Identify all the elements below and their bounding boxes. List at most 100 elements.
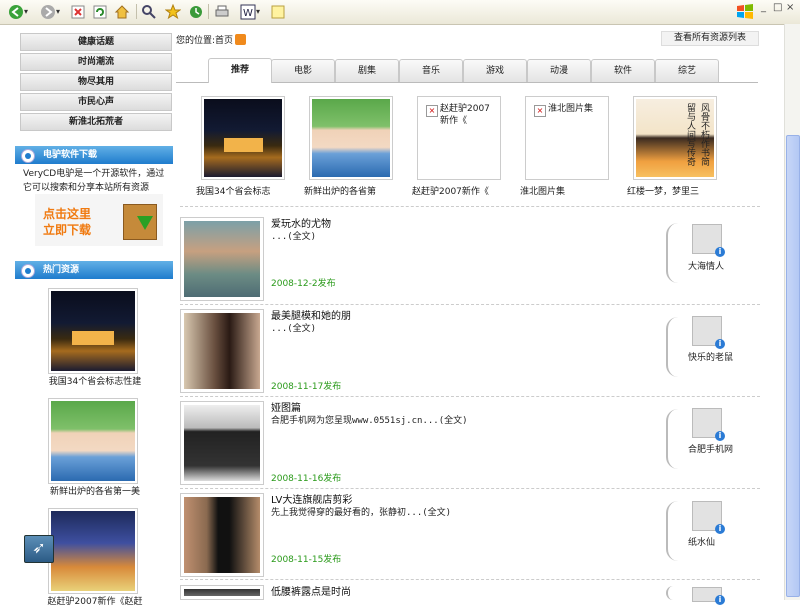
sidebar-item-fashion[interactable]: 时尚潮流 [20, 53, 172, 71]
download-arrow-icon [137, 216, 153, 230]
divider [180, 304, 760, 305]
poster-image: 风骨不朽作书简 留与人间写传奇 [636, 99, 714, 177]
user-name[interactable]: 合肥手机网 [688, 445, 736, 456]
history-icon[interactable] [188, 3, 204, 20]
hot-item-thumbnail[interactable] [48, 288, 138, 374]
hot-panel-header: 热门资源 [15, 261, 173, 279]
featured-thumbnail[interactable]: × 赵赶驴2007新作《 [417, 96, 501, 180]
featured-thumbnail[interactable] [201, 96, 285, 180]
broken-image-icon: × [534, 105, 546, 117]
breadcrumb: 您的位置:首页 [176, 33, 247, 46]
post-excerpt[interactable]: ...(全文) [271, 229, 316, 242]
hot-item-thumbnail[interactable] [48, 508, 138, 594]
featured-thumbnail[interactable]: × 淮北图片集 [525, 96, 609, 180]
user-brace [666, 586, 682, 600]
note-icon[interactable] [270, 3, 286, 20]
search-icon[interactable] [141, 3, 157, 20]
poster-image [51, 511, 135, 591]
hot-item-caption[interactable]: 赵赶驴2007新作《赵赶 [15, 594, 175, 607]
hot-item-caption[interactable]: 我国34个省会标志性建 [15, 374, 175, 387]
back-icon[interactable]: ▾ [4, 3, 32, 20]
tab-music[interactable]: 音乐 [399, 59, 463, 82]
post-thumbnail[interactable] [180, 401, 264, 485]
post-date: 2008-12-2发布 [271, 279, 336, 289]
floating-action-icon[interactable]: ➶ [24, 535, 54, 563]
download-panel-title: 电驴软件下载 [43, 150, 98, 160]
user-avatar-icon[interactable] [692, 224, 725, 257]
banner-line-2: 立即下载 [43, 223, 92, 237]
sidebar: 健康话题 时尚潮流 物尽其用 市民心声 新淮北拓荒者 电驴软件下载 VeryCD… [15, 24, 175, 607]
tab-variety[interactable]: 综艺 [655, 59, 719, 82]
divider [180, 488, 760, 489]
post-date: 2008-11-16发布 [271, 474, 342, 484]
user-avatar-icon[interactable] [692, 408, 725, 441]
post-thumbnail[interactable] [180, 493, 264, 577]
post-excerpt[interactable]: ...(全文) [271, 321, 316, 334]
word-icon[interactable]: W ▾ [238, 3, 262, 20]
post-excerpt[interactable]: 先上我觉得穿的最好看的，张静初...(全文) [271, 505, 451, 518]
sidebar-item-health[interactable]: 健康话题 [20, 33, 172, 51]
post-image [184, 589, 260, 596]
browser-toolbar: ▾ ▾ W ▾ _ □ × [0, 0, 800, 25]
scrollbar-thumb[interactable] [786, 135, 800, 597]
minimize-button[interactable]: _ [761, 2, 766, 13]
view-all-link[interactable]: 查看所有资源列表 [661, 31, 759, 46]
home-icon[interactable] [114, 3, 130, 20]
post-thumbnail[interactable] [180, 217, 264, 301]
broken-image-alt: 淮北图片集 [548, 104, 594, 114]
palace-image [204, 99, 282, 177]
post-title[interactable]: 娅图篇 [271, 399, 301, 414]
sidebar-item-pioneers[interactable]: 新淮北拓荒者 [20, 113, 172, 131]
featured-caption[interactable]: 赵赶驴2007新作《 [412, 184, 512, 197]
user-brace [666, 317, 682, 377]
breadcrumb-text[interactable]: 您的位置:首页 [176, 36, 233, 46]
featured-caption[interactable]: 淮北图片集 [520, 184, 620, 197]
post-thumbnail[interactable] [180, 585, 264, 600]
forward-icon[interactable]: ▾ [36, 3, 64, 20]
tab-anime[interactable]: 动漫 [527, 59, 591, 82]
user-name[interactable]: 纸水仙 [688, 538, 736, 549]
restore-button[interactable]: □ [773, 2, 782, 13]
svg-text:W: W [243, 8, 253, 19]
refresh-icon[interactable] [92, 3, 108, 20]
user-avatar-icon[interactable] [692, 316, 725, 349]
girl-image [312, 99, 390, 177]
post-excerpt[interactable]: 合肥手机网为您呈现www.0551sj.cn...(全文) [271, 413, 468, 426]
download-banner[interactable]: 点击这里 立即下载 [35, 194, 163, 246]
post-title[interactable]: 低腰裤露点是时尚 [271, 583, 351, 598]
banner-line-1: 点击这里 [43, 207, 92, 221]
close-button[interactable]: × [786, 2, 794, 13]
poster-text: 风骨不朽作书简 [699, 103, 709, 166]
user-brace [666, 409, 682, 469]
user-name[interactable]: 大海情人 [688, 262, 736, 273]
featured-thumbnail[interactable]: 风骨不朽作书简 留与人间写传奇 [633, 96, 717, 180]
tab-movies[interactable]: 电影 [271, 59, 335, 82]
post-title[interactable]: LV大连旗舰店剪彩 [271, 491, 352, 506]
hot-item-caption[interactable]: 新鲜出炉的各省第一美 [15, 484, 175, 497]
sidebar-item-voices[interactable]: 市民心声 [20, 93, 172, 111]
print-icon[interactable] [214, 3, 230, 20]
sidebar-item-useful[interactable]: 物尽其用 [20, 73, 172, 91]
tab-recommend[interactable]: 推荐 [208, 58, 272, 83]
featured-caption[interactable]: 我国34个省会标志 [196, 184, 296, 197]
post-title[interactable]: 爱玩水的尤物 [271, 215, 331, 230]
rss-icon[interactable] [235, 34, 247, 45]
user-avatar-icon[interactable] [692, 501, 725, 534]
tab-games[interactable]: 游戏 [463, 59, 527, 82]
tab-series[interactable]: 剧集 [335, 59, 399, 82]
post-thumbnail[interactable] [180, 309, 264, 393]
hot-panel-title: 热门资源 [43, 265, 80, 275]
hot-item-thumbnail[interactable] [48, 398, 138, 484]
featured-caption[interactable]: 新鲜出炉的各省第 [304, 184, 404, 197]
post-date: 2008-11-15发布 [271, 555, 342, 565]
featured-caption[interactable]: 红楼一梦，梦里三 [627, 184, 727, 197]
tab-software[interactable]: 软件 [591, 59, 655, 82]
bullet-icon [21, 149, 35, 163]
girl-image [51, 401, 135, 481]
stop-icon[interactable] [70, 3, 86, 20]
user-name[interactable]: 快乐的老鼠 [688, 353, 736, 364]
post-title[interactable]: 最美腿模和她的朋 [271, 307, 351, 322]
broken-image-icon: × [426, 105, 438, 117]
favorites-icon[interactable] [165, 3, 181, 20]
featured-thumbnail[interactable] [309, 96, 393, 180]
